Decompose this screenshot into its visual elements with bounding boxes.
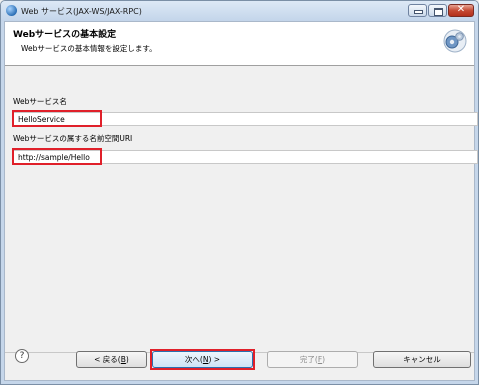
dialog-client-area: Webサービスの基本設定 Webサービスの基本情報を設定します。 Webサービス… — [4, 21, 478, 381]
wizard-window: Web サービス(JAX-WS/JAX-RPC) ✕ Webサービスの基本設定 … — [0, 0, 479, 385]
service-name-label: Webサービス名 — [13, 97, 67, 106]
service-name-highlight — [12, 110, 102, 127]
window-title: Web サービス(JAX-WS/JAX-RPC) — [21, 7, 142, 16]
back-button-suffix: ) — [125, 355, 129, 364]
web-service-globe-icon — [6, 5, 17, 16]
close-button[interactable]: ✕ — [448, 4, 474, 17]
back-button-text: < 戻る( — [94, 355, 121, 364]
page-title: Webサービスの基本設定 — [13, 30, 117, 40]
namespace-uri-highlight — [12, 148, 102, 165]
finish-button-suffix: ) — [322, 355, 326, 364]
help-icon[interactable]: ? — [15, 349, 29, 363]
minimize-button[interactable] — [408, 4, 427, 17]
wizard-header: Webサービスの基本設定 Webサービスの基本情報を設定します。 — [5, 22, 474, 66]
web-service-gear-icon — [443, 29, 467, 53]
finish-button[interactable]: 完了(F) — [267, 351, 358, 368]
page-description: Webサービスの基本情報を設定します。 — [21, 44, 157, 53]
namespace-uri-label: Webサービスの属する名前空間URI — [13, 134, 133, 143]
maximize-icon — [434, 8, 443, 16]
back-button[interactable]: < 戻る(B) — [76, 351, 147, 368]
wizard-content: Webサービス名 HelloService Webサービスの属する名前空間URI… — [5, 66, 478, 352]
minimize-icon — [415, 11, 422, 13]
title-bar[interactable]: Web サービス(JAX-WS/JAX-RPC) ✕ — [1, 1, 478, 21]
finish-button-text: 完了( — [299, 355, 318, 364]
close-icon: ✕ — [456, 4, 466, 15]
next-button-highlight — [150, 349, 255, 370]
cancel-button[interactable]: キャンセル — [373, 351, 471, 368]
maximize-button[interactable] — [428, 4, 447, 17]
